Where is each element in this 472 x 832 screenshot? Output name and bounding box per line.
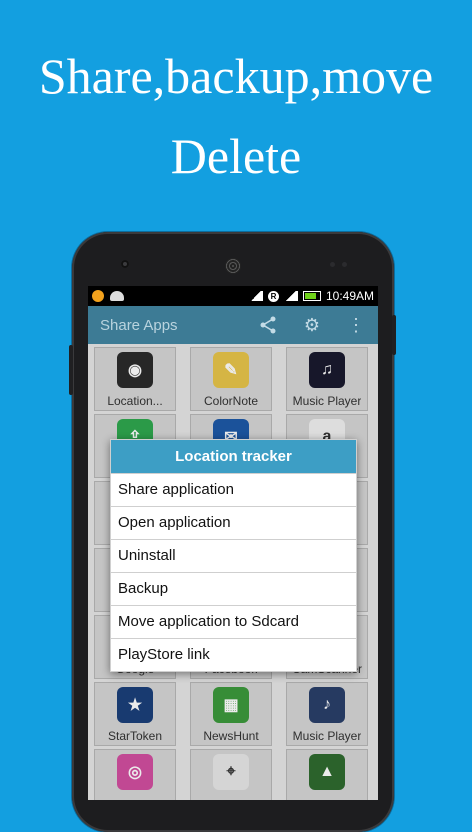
menu-item-share[interactable]: Share application [111,473,356,506]
phone-screen: R 10:49AM Share Apps ⚙ ⋮ ◉ Location... ✎ Co… [88,286,378,800]
status-time: 10:49AM [325,289,374,303]
menu-item-uninstall[interactable]: Uninstall [111,539,356,572]
battery-icon [302,291,321,301]
signal-icon [248,291,263,301]
earpiece-speaker [225,258,241,274]
menu-item-backup[interactable]: Backup [111,572,356,605]
signal-icon-2 [283,291,298,301]
menu-item-playstore-link[interactable]: PlayStore link [111,638,356,671]
front-camera [121,260,129,268]
app-options-dialog: Location tracker Share application Open … [110,439,357,672]
app-title: Share Apps [100,316,178,334]
overflow-menu-icon[interactable]: ⋮ [346,315,366,335]
roaming-icon: R [267,290,279,302]
app-bar: Share Apps ⚙ ⋮ [88,306,378,344]
share-icon[interactable] [258,315,278,335]
headline-line-1: Share,backup,move [38,48,434,104]
power-button [392,315,396,355]
light-sensor [342,262,347,267]
notification-icon [92,290,104,302]
menu-item-move-sdcard[interactable]: Move application to Sdcard [111,605,356,638]
menu-item-open[interactable]: Open application [111,506,356,539]
gear-icon[interactable]: ⚙ [302,315,322,335]
volume-button [69,345,73,395]
headline-line-2: Delete [170,128,302,184]
android-icon [110,291,124,301]
dialog-title: Location tracker [111,440,356,473]
status-bar: R 10:49AM [88,286,378,306]
proximity-sensor [330,262,335,267]
